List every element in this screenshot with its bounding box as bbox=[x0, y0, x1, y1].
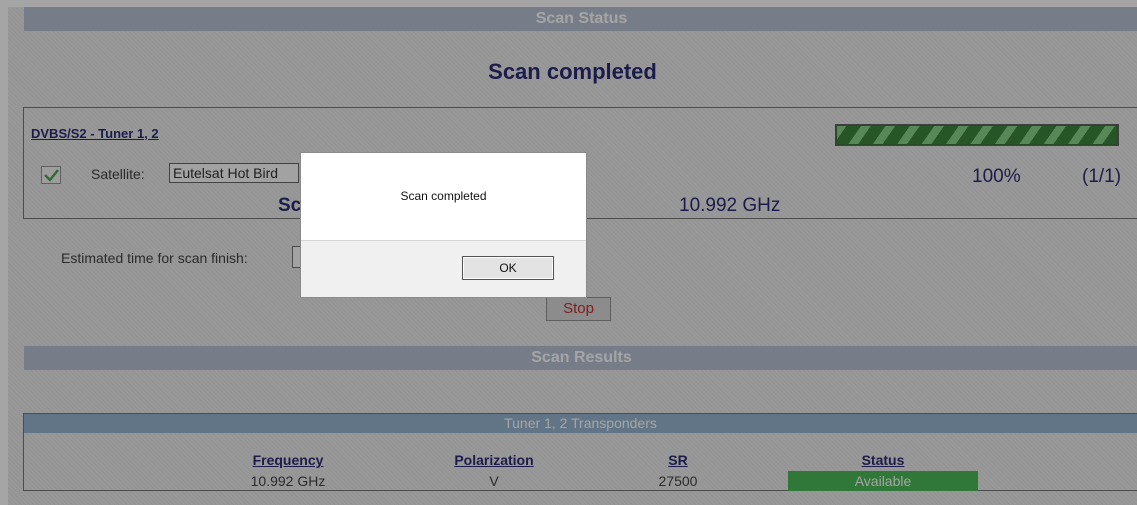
dialog-footer: OK bbox=[301, 240, 586, 297]
scan-completed-dialog: Scan completed OK bbox=[300, 152, 587, 298]
dialog-message: Scan completed bbox=[400, 189, 487, 203]
ok-button[interactable]: OK bbox=[462, 256, 554, 280]
